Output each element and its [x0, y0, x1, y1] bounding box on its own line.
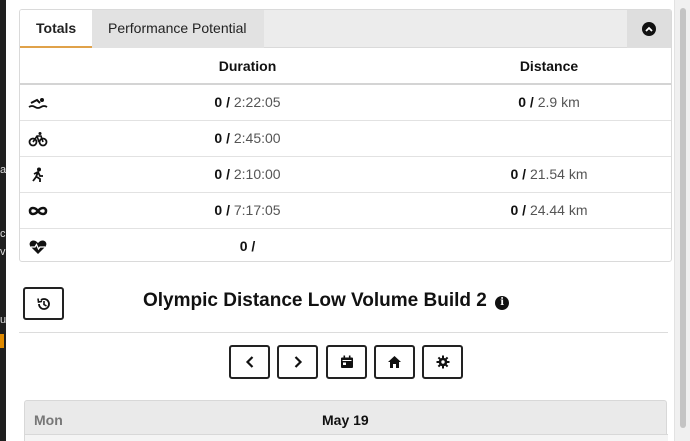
duration-cell: 0 / 2:10:00 [70, 156, 425, 193]
today-button[interactable] [374, 345, 415, 379]
bike-icon [28, 131, 48, 147]
plan-title: Olympic Distance Low Volume Build 2 i [143, 290, 510, 312]
weekday-label: Mon [34, 412, 63, 428]
duration-cell: 0 / 2:22:05 [70, 84, 425, 121]
distance-cell: 0 / 2.9 km [425, 84, 671, 121]
calendar-icon [340, 355, 353, 368]
duration-cell: 0 / 7:17:05 [70, 192, 425, 229]
tab-totals[interactable]: Totals [20, 10, 92, 48]
swim-icon [28, 97, 48, 109]
previous-week-button[interactable] [229, 345, 270, 379]
table-row: 0 / 2:10:00 0 / 21.54 km [20, 156, 671, 193]
main-panel: Totals Performance Potential Duration Di… [6, 0, 674, 441]
infinity-icon [28, 206, 48, 215]
date-picker-button[interactable] [326, 345, 367, 379]
vertical-scrollbar[interactable] [674, 0, 690, 441]
table-row: 0 / 2:45:00 [20, 120, 671, 157]
history-icon [36, 297, 50, 310]
duration-cell: 0 / 2:45:00 [70, 120, 425, 157]
gear-icon [436, 355, 449, 369]
distance-header: Distance [425, 49, 671, 85]
distance-cell: 0 / 24.44 km [425, 192, 671, 229]
totals-table: Duration Distance 0 / 2:22:05 0 / 2.9 km [20, 49, 671, 261]
heart-rate-icon [29, 240, 47, 254]
totals-card: Totals Performance Potential Duration Di… [19, 9, 672, 262]
icon-column-header [20, 49, 70, 85]
section-divider [19, 332, 668, 333]
table-row: 0 / 2:22:05 0 / 2.9 km [20, 84, 671, 121]
tab-bar: Totals Performance Potential [20, 10, 671, 48]
tab-performance-potential[interactable]: Performance Potential [92, 10, 264, 48]
chevron-right-icon [294, 356, 302, 368]
distance-cell [425, 228, 671, 261]
scrollbar-thumb[interactable] [680, 8, 686, 428]
info-icon[interactable]: i [495, 296, 510, 310]
table-row: 0 / [20, 228, 671, 261]
chevron-up-icon [642, 22, 656, 36]
duration-cell: 0 / [239, 238, 256, 255]
collapse-button[interactable] [627, 10, 671, 48]
table-header-row: Duration Distance [20, 49, 671, 85]
table-row: 0 / 7:17:05 0 / 24.44 km [20, 192, 671, 229]
distance-cell [425, 120, 671, 157]
distance-cell: 0 / 21.54 km [425, 156, 671, 193]
settings-button[interactable] [422, 345, 463, 379]
calendar-week-header: Mon May 19 [24, 400, 668, 441]
history-button[interactable] [23, 287, 64, 320]
calendar-row-edge [25, 434, 668, 441]
run-icon [32, 167, 43, 182]
week-date-label: May 19 [322, 412, 369, 428]
chevron-left-icon [245, 356, 253, 368]
duration-header: Duration [70, 49, 425, 85]
next-week-button[interactable] [277, 345, 318, 379]
background-accent [0, 334, 4, 348]
home-icon [388, 356, 401, 368]
